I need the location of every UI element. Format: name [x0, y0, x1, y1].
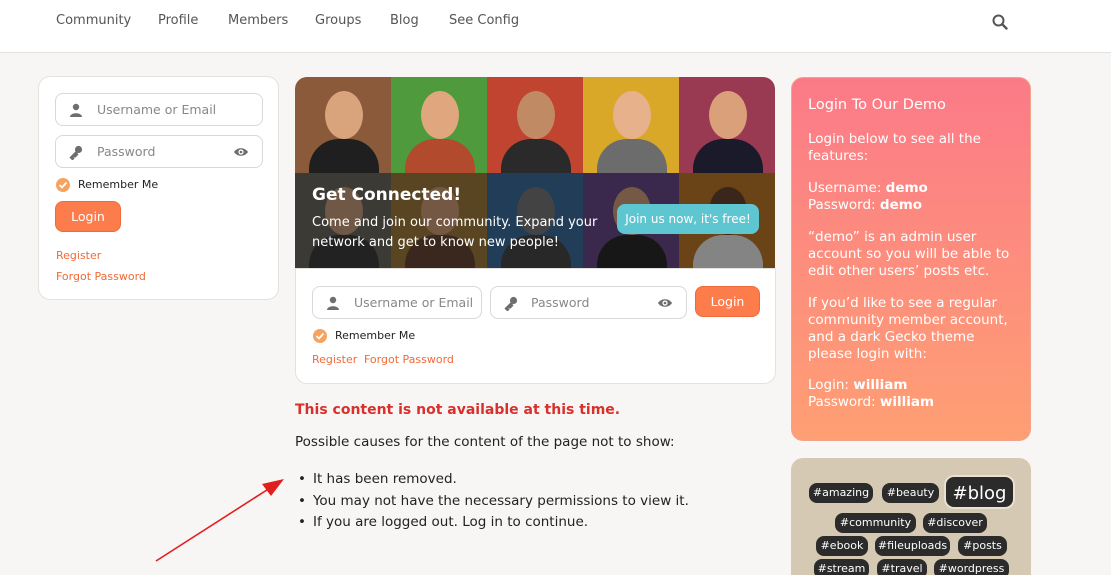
promo-intro: Login below to see all the features: [808, 131, 981, 164]
join-now-button[interactable]: Join us now, it's free! [617, 204, 759, 234]
main-login-button[interactable]: Login [695, 286, 760, 317]
key-icon [504, 296, 518, 311]
main-password-placeholder: Password [531, 295, 590, 310]
main-login-card: Username or Email Password Login Remembe… [295, 268, 776, 384]
main-forgot-password-link[interactable]: Forgot Password [364, 353, 454, 366]
main-username-placeholder: Username or Email [354, 295, 474, 310]
tag-posts[interactable]: #posts [958, 536, 1007, 556]
hero-banner: Get Connected! Come and join our communi… [295, 77, 775, 269]
promo-password-line: Password: demo [808, 197, 1020, 214]
user-icon [70, 103, 82, 117]
hero-photo [391, 77, 487, 173]
tag-community[interactable]: #community [835, 513, 916, 533]
list-item: You may not have the necessary permissio… [298, 493, 689, 515]
nav-see-config[interactable]: See Config [449, 13, 519, 28]
nav-community[interactable]: Community [56, 13, 131, 28]
list-item: If you are logged out. Log in to continu… [298, 514, 689, 536]
hero-photo [679, 77, 775, 173]
promo-username-label: Username: [808, 180, 882, 196]
sidebar-forgot-password-link[interactable]: Forgot Password [56, 270, 146, 283]
eye-icon[interactable] [657, 295, 673, 311]
promo-login2-value: william [853, 377, 908, 393]
main-remember-label: Remember Me [335, 329, 416, 342]
hero-photo [295, 77, 391, 173]
sidebar-username-field[interactable]: Username or Email [55, 93, 263, 126]
promo-username-line: Username: demo [808, 180, 1020, 197]
sidebar-register-link[interactable]: Register [56, 249, 101, 262]
sidebar-password-field[interactable]: Password [55, 135, 263, 168]
tag-wordpress[interactable]: #wordpress [934, 559, 1009, 575]
checkmark-icon [58, 181, 68, 189]
main-password-field[interactable]: Password [490, 286, 687, 319]
promo-password-value: demo [879, 197, 923, 213]
notice-subtitle: Possible causes for the content of the p… [295, 434, 675, 450]
tag-travel[interactable]: #travel [877, 559, 927, 575]
checkmark-icon [315, 332, 325, 340]
sidebar-remember-checkbox[interactable] [56, 178, 70, 192]
key-icon [69, 145, 83, 160]
tag-beauty[interactable]: #beauty [882, 483, 939, 503]
hero-photo [487, 77, 583, 173]
sidebar-login-button[interactable]: Login [55, 201, 121, 232]
sidebar-login-card: Username or Email Password Remember Me L… [38, 76, 279, 300]
main-username-field[interactable]: Username or Email [312, 286, 482, 319]
annotation-arrow-icon [155, 479, 284, 562]
promo-password2-line: Password: william [808, 394, 1020, 411]
sidebar-remember-label: Remember Me [78, 178, 159, 191]
hero-text: Come and join our community. Expand your… [312, 215, 598, 250]
promo-login2-line: Login: william [808, 377, 1020, 394]
tag-cloud: #amazing #beauty #blog #community #disco… [791, 458, 1031, 575]
causes-list: It has been removed. You may not have th… [298, 471, 689, 536]
promo-login2-label: Login: [808, 377, 849, 393]
tag-blog[interactable]: #blog [944, 475, 1015, 509]
top-navigation: Community Profile Members Groups Blog Se… [0, 0, 1111, 53]
tag-ebook[interactable]: #ebook [816, 536, 868, 556]
tag-amazing[interactable]: #amazing [809, 483, 873, 503]
promo-admin-note: “demo” is an admin user account so you w… [808, 229, 1010, 279]
eye-icon[interactable] [233, 144, 249, 160]
tag-stream[interactable]: #stream [814, 559, 869, 575]
hero-photo [583, 77, 679, 173]
promo-username-value: demo [885, 180, 928, 196]
tag-discover[interactable]: #discover [923, 513, 987, 533]
sidebar-username-placeholder: Username or Email [97, 102, 217, 117]
demo-login-panel: Login To Our Demo Login below to see all… [791, 77, 1031, 441]
nav-blog[interactable]: Blog [390, 13, 419, 28]
nav-members[interactable]: Members [228, 13, 288, 28]
main-remember-checkbox[interactable] [313, 329, 327, 343]
promo-title: Login To Our Demo [808, 97, 946, 113]
user-icon [327, 296, 339, 310]
notice-title: This content is not available at this ti… [295, 402, 621, 418]
promo-password2-label: Password: [808, 394, 876, 410]
promo-password-label: Password: [808, 197, 876, 213]
hero-title: Get Connected! [312, 185, 462, 205]
sidebar-password-placeholder: Password [97, 144, 156, 159]
list-item: It has been removed. [298, 471, 689, 493]
tag-fileuploads[interactable]: #fileuploads [875, 536, 950, 556]
promo-password2-value: william [879, 394, 935, 410]
search-icon[interactable] [991, 13, 1009, 31]
nav-groups[interactable]: Groups [315, 13, 361, 28]
main-register-link[interactable]: Register [312, 353, 357, 366]
promo-regular-note: If you’d like to see a regular community… [808, 295, 1008, 362]
nav-profile[interactable]: Profile [158, 13, 198, 28]
